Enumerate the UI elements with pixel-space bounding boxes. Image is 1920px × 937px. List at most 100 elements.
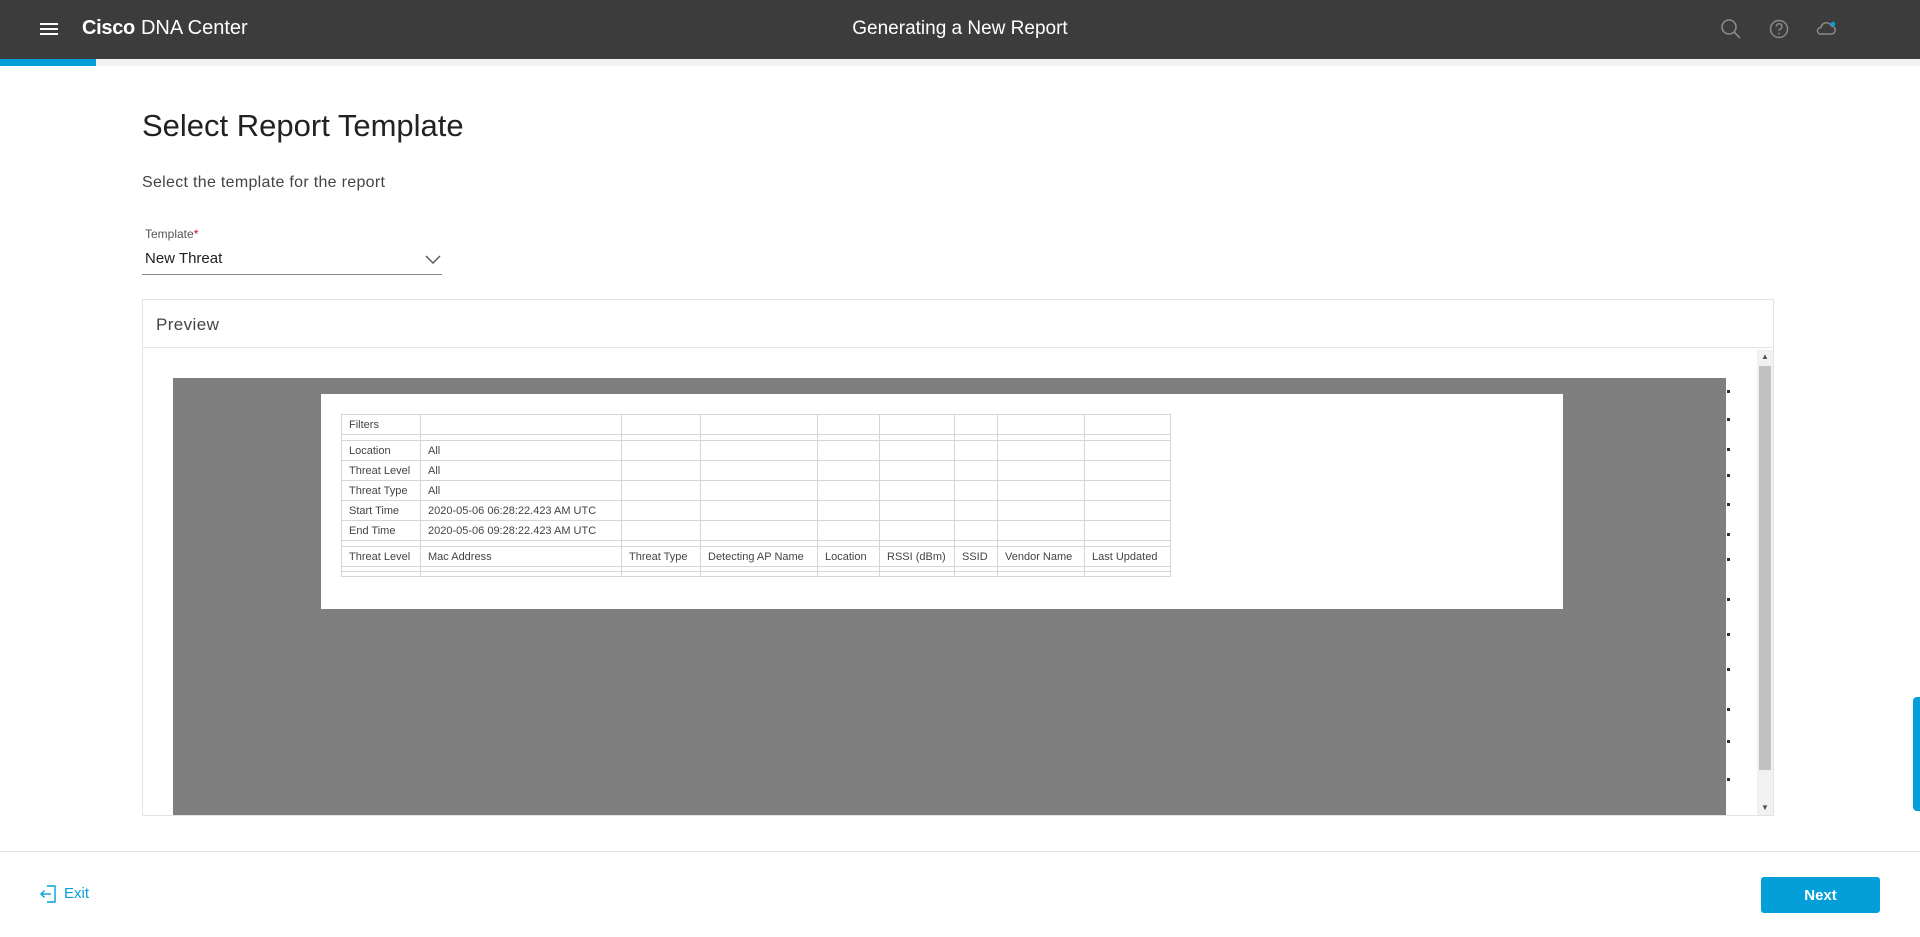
empty-cell [954, 571, 998, 577]
empty-cell [954, 414, 998, 435]
report-preview-page: Filters Location All Threat Level All Threat … [321, 394, 1563, 609]
wizard-progress-bar [0, 59, 1920, 66]
empty-cell [997, 440, 1085, 461]
filter-row: Location All [341, 440, 1171, 461]
table-cell: End Time [341, 520, 421, 541]
empty-cell [879, 460, 955, 481]
report-preview-viewer: Filters Location All Threat Level All Threat … [173, 378, 1726, 815]
table-cell: SSID [954, 546, 998, 567]
empty-cell [700, 480, 818, 501]
table-cell: Start Time [341, 500, 421, 521]
empty-cell [700, 500, 818, 521]
page-title: Select Report Template [142, 108, 464, 143]
table-cell: All [420, 440, 622, 461]
empty-data-row [341, 571, 1171, 577]
empty-cell [621, 480, 701, 501]
top-navigation-bar: Cisco DNA Center Generating a New Report [0, 0, 1920, 59]
page-subtitle: Select the template for the report [142, 174, 386, 191]
preview-header: Preview [143, 300, 1773, 348]
table-cell: Location [341, 440, 421, 461]
template-field-label: Template* [145, 227, 198, 241]
empty-cell [341, 571, 421, 577]
table-cell: All [420, 480, 622, 501]
table-cell: Threat Type [621, 546, 701, 567]
empty-cell [954, 500, 998, 521]
required-mark: * [193, 227, 199, 241]
empty-cell [997, 480, 1085, 501]
empty-cell [997, 520, 1085, 541]
empty-cell [1084, 460, 1171, 481]
next-button[interactable]: Next [1761, 877, 1880, 913]
empty-cell [997, 500, 1085, 521]
empty-cell [954, 460, 998, 481]
template-select[interactable]: New Threat [142, 244, 442, 275]
preview-right-edge [1726, 378, 1734, 815]
empty-cell [420, 571, 622, 577]
exit-label: Exit [64, 885, 90, 902]
search-icon[interactable] [1718, 16, 1744, 42]
side-drawer-tab[interactable] [1913, 697, 1920, 811]
report-preview-table: Filters Location All Threat Level All Threat … [341, 414, 1171, 577]
table-cell: Mac Address [420, 546, 622, 567]
empty-cell [879, 571, 955, 577]
table-header-row: Threat Level Mac Address Threat Type Detect… [341, 546, 1171, 567]
scroll-down-arrow-icon[interactable]: ▼ [1757, 801, 1773, 815]
cloud-icon[interactable] [1813, 16, 1839, 42]
chevron-down-icon [425, 255, 441, 264]
empty-cell [879, 440, 955, 461]
empty-cell [1084, 480, 1171, 501]
table-cell: Last Updated [1084, 546, 1171, 567]
empty-cell [997, 571, 1085, 577]
empty-cell [817, 500, 880, 521]
empty-cell [879, 520, 955, 541]
empty-cell [954, 480, 998, 501]
preview-title: Preview [156, 315, 220, 334]
empty-cell [817, 414, 880, 435]
filter-row: End Time 2020-05-06 09:28:22.423 AM UTC [341, 520, 1171, 541]
empty-cell [817, 440, 880, 461]
scroll-up-arrow-icon[interactable]: ▲ [1757, 350, 1773, 364]
help-icon[interactable] [1766, 16, 1792, 42]
empty-cell [879, 414, 955, 435]
filter-row: Threat Level All [341, 460, 1171, 481]
empty-cell [621, 414, 701, 435]
empty-cell [1084, 414, 1171, 435]
empty-cell [700, 460, 818, 481]
empty-cell [700, 440, 818, 461]
empty-cell [997, 460, 1085, 481]
window-title: Generating a New Report [852, 18, 1068, 39]
preview-panel: Preview Filters Location All Threat Level Al… [142, 299, 1774, 816]
empty-cell [621, 500, 701, 521]
exit-icon [40, 885, 56, 903]
table-cell: Threat Level [341, 460, 421, 481]
empty-cell [954, 440, 998, 461]
preview-scrollbar[interactable]: ▲ ▼ [1757, 350, 1773, 815]
empty-cell [879, 480, 955, 501]
table-cell: Location [817, 546, 880, 567]
table-cell: Filters [341, 414, 421, 435]
empty-cell [1084, 520, 1171, 541]
empty-cell [621, 520, 701, 541]
empty-cell [997, 414, 1085, 435]
table-cell: Threat Type [341, 480, 421, 501]
filter-row: Threat Type All [341, 480, 1171, 501]
table-cell: Threat Level [341, 546, 421, 567]
template-label-text: Template [145, 227, 194, 241]
empty-cell [700, 571, 818, 577]
table-cell: All [420, 460, 622, 481]
table-cell: Vendor Name [997, 546, 1085, 567]
table-cell: 2020-05-06 09:28:22.423 AM UTC [420, 520, 622, 541]
table-cell: RSSI (dBm) [879, 546, 955, 567]
filters-header-row: Filters [341, 414, 1171, 435]
empty-cell [817, 520, 880, 541]
empty-cell [700, 520, 818, 541]
empty-cell [621, 440, 701, 461]
empty-cell [879, 500, 955, 521]
empty-cell [817, 460, 880, 481]
empty-cell [1084, 571, 1171, 577]
table-cell: 2020-05-06 06:28:22.423 AM UTC [420, 500, 622, 521]
empty-cell [420, 414, 622, 435]
footer-divider [0, 851, 1920, 852]
empty-cell [1084, 500, 1171, 521]
scrollbar-thumb[interactable] [1759, 366, 1771, 770]
